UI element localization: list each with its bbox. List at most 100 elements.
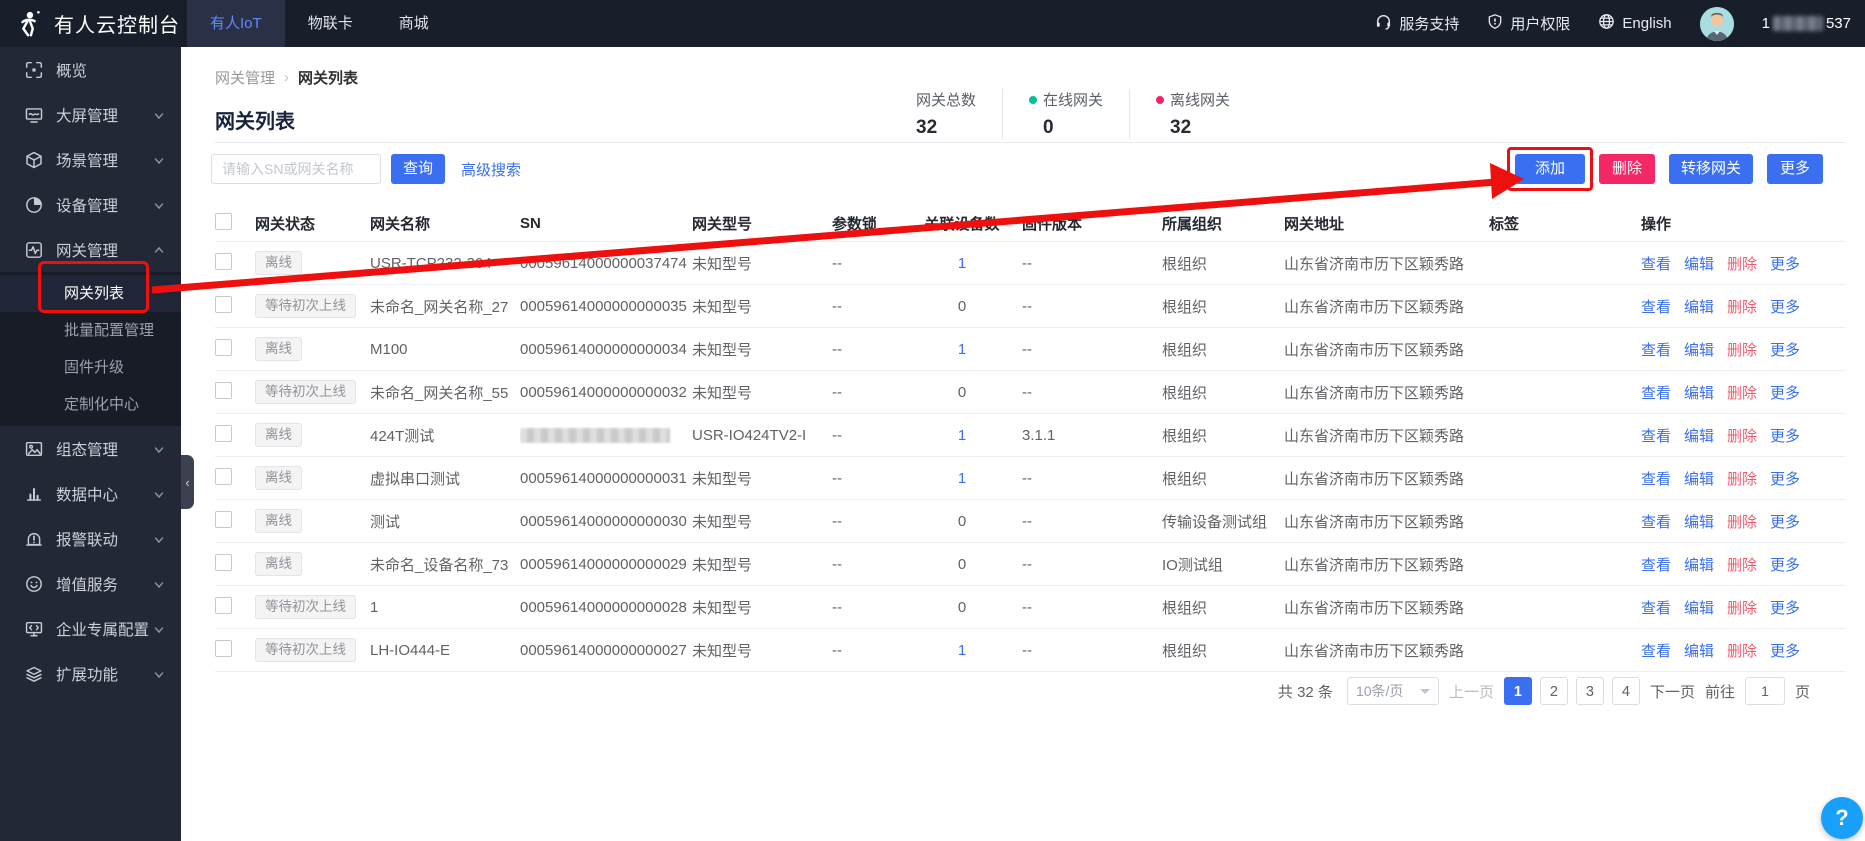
edit-link[interactable]: 编辑 [1684, 643, 1714, 660]
page-size-select[interactable]: 10条/页 [1347, 677, 1439, 705]
goto-page-input[interactable] [1745, 677, 1785, 705]
view-link[interactable]: 查看 [1641, 600, 1671, 617]
cell-device-count[interactable]: 1 [910, 255, 1022, 272]
more-link[interactable]: 更多 [1770, 342, 1800, 359]
sidebar-item-gateway-list[interactable]: 网关列表 [0, 275, 181, 312]
row-checkbox[interactable] [215, 511, 232, 528]
sidebar-item-customization[interactable]: 定制化中心 [0, 386, 181, 423]
top-tab-usr-iot[interactable]: 有人IoT [187, 0, 285, 47]
row-checkbox[interactable] [215, 253, 232, 270]
select-all-checkbox[interactable] [215, 213, 232, 230]
edit-link[interactable]: 编辑 [1684, 299, 1714, 316]
row-checkbox[interactable] [215, 382, 232, 399]
delete-link[interactable]: 删除 [1727, 514, 1757, 531]
sidebar-item-extension[interactable]: 扩展功能 [0, 651, 181, 696]
delete-link[interactable]: 删除 [1727, 428, 1757, 445]
more-link[interactable]: 更多 [1770, 643, 1800, 660]
edit-link[interactable]: 编辑 [1684, 557, 1714, 574]
delete-button[interactable]: 删除 [1599, 154, 1655, 184]
next-page-button[interactable]: 下一页 [1650, 681, 1695, 702]
cell-device-count[interactable]: 1 [910, 470, 1022, 487]
more-link[interactable]: 更多 [1770, 385, 1800, 402]
query-button[interactable]: 查询 [391, 154, 445, 184]
row-checkbox[interactable] [215, 554, 232, 571]
transfer-gateway-button[interactable]: 转移网关 [1669, 154, 1753, 184]
edit-link[interactable]: 编辑 [1684, 514, 1714, 531]
view-link[interactable]: 查看 [1641, 256, 1671, 273]
delete-link[interactable]: 删除 [1727, 299, 1757, 316]
page-button-2[interactable]: 2 [1540, 677, 1568, 705]
user-avatar[interactable] [1700, 7, 1734, 41]
view-link[interactable]: 查看 [1641, 428, 1671, 445]
user-permissions[interactable]: 用户权限 [1487, 13, 1570, 34]
search-input[interactable] [211, 154, 381, 184]
view-link[interactable]: 查看 [1641, 342, 1671, 359]
cell-device-count[interactable]: 1 [910, 642, 1022, 659]
page-button-3[interactable]: 3 [1576, 677, 1604, 705]
row-checkbox[interactable] [215, 468, 232, 485]
prev-page-button[interactable]: 上一页 [1449, 681, 1494, 702]
more-link[interactable]: 更多 [1770, 471, 1800, 488]
sidebar-item-device[interactable]: 设备管理 [0, 182, 181, 227]
help-button[interactable]: ? [1821, 797, 1863, 839]
sidebar-collapse-handle[interactable]: ‹ [181, 455, 194, 509]
sidebar-item-alarm[interactable]: 报警联动 [0, 516, 181, 561]
edit-link[interactable]: 编辑 [1684, 385, 1714, 402]
more-link[interactable]: 更多 [1770, 557, 1800, 574]
sidebar-item-scada[interactable]: 组态管理 [0, 426, 181, 471]
view-link[interactable]: 查看 [1641, 514, 1671, 531]
delete-link[interactable]: 删除 [1727, 600, 1757, 617]
service-support[interactable]: 服务支持 [1375, 13, 1459, 34]
sidebar-item-scene[interactable]: 场景管理 [0, 137, 181, 182]
view-link[interactable]: 查看 [1641, 471, 1671, 488]
more-link[interactable]: 更多 [1770, 600, 1800, 617]
edit-link[interactable]: 编辑 [1684, 428, 1714, 445]
user-number-masked [1773, 16, 1823, 31]
sidebar-item-big-screen[interactable]: 大屏管理 [0, 92, 181, 137]
sidebar-item-gateway[interactable]: 网关管理 [0, 227, 181, 272]
cell-select [215, 640, 255, 661]
edit-link[interactable]: 编辑 [1684, 471, 1714, 488]
delete-link[interactable]: 删除 [1727, 385, 1757, 402]
cell-device-count[interactable]: 1 [910, 427, 1022, 444]
edit-link[interactable]: 编辑 [1684, 600, 1714, 617]
row-checkbox[interactable] [215, 296, 232, 313]
delete-link[interactable]: 删除 [1727, 471, 1757, 488]
view-link[interactable]: 查看 [1641, 299, 1671, 316]
more-link[interactable]: 更多 [1770, 256, 1800, 273]
delete-link[interactable]: 删除 [1727, 643, 1757, 660]
row-checkbox[interactable] [215, 425, 232, 442]
more-link[interactable]: 更多 [1770, 428, 1800, 445]
view-link[interactable]: 查看 [1641, 385, 1671, 402]
sidebar-item-data-center[interactable]: 数据中心 [0, 471, 181, 516]
advanced-search-link[interactable]: 高级搜索 [461, 159, 521, 180]
view-link[interactable]: 查看 [1641, 643, 1671, 660]
user-account[interactable]: 1 537 [1762, 15, 1851, 32]
cell-device-count[interactable]: 1 [910, 341, 1022, 358]
sidebar-item-overview[interactable]: 概览 [0, 47, 181, 92]
sidebar-item-batch-config[interactable]: 批量配置管理 [0, 312, 181, 349]
page-button-1[interactable]: 1 [1504, 677, 1532, 705]
add-button[interactable]: 添加 [1515, 154, 1585, 184]
row-checkbox[interactable] [215, 339, 232, 356]
sidebar-item-value-added[interactable]: 增值服务 [0, 561, 181, 606]
more-link[interactable]: 更多 [1770, 299, 1800, 316]
page-button-4[interactable]: 4 [1612, 677, 1640, 705]
more-link[interactable]: 更多 [1770, 514, 1800, 531]
view-link[interactable]: 查看 [1641, 557, 1671, 574]
edit-link[interactable]: 编辑 [1684, 256, 1714, 273]
delete-link[interactable]: 删除 [1727, 342, 1757, 359]
sidebar-item-enterprise[interactable]: 企业专属配置 [0, 606, 181, 651]
logo[interactable]: 有人云控制台 [0, 9, 181, 39]
delete-link[interactable]: 删除 [1727, 256, 1757, 273]
top-tab-mall[interactable]: 商城 [376, 0, 452, 47]
edit-link[interactable]: 编辑 [1684, 342, 1714, 359]
top-tab-iot-card[interactable]: 物联卡 [285, 0, 376, 47]
breadcrumb-parent[interactable]: 网关管理 [215, 67, 275, 88]
row-checkbox[interactable] [215, 597, 232, 614]
row-checkbox[interactable] [215, 640, 232, 657]
sidebar-item-firmware-upgrade[interactable]: 固件升级 [0, 349, 181, 386]
language-switch[interactable]: English [1598, 13, 1671, 34]
more-button[interactable]: 更多 [1767, 154, 1823, 184]
delete-link[interactable]: 删除 [1727, 557, 1757, 574]
